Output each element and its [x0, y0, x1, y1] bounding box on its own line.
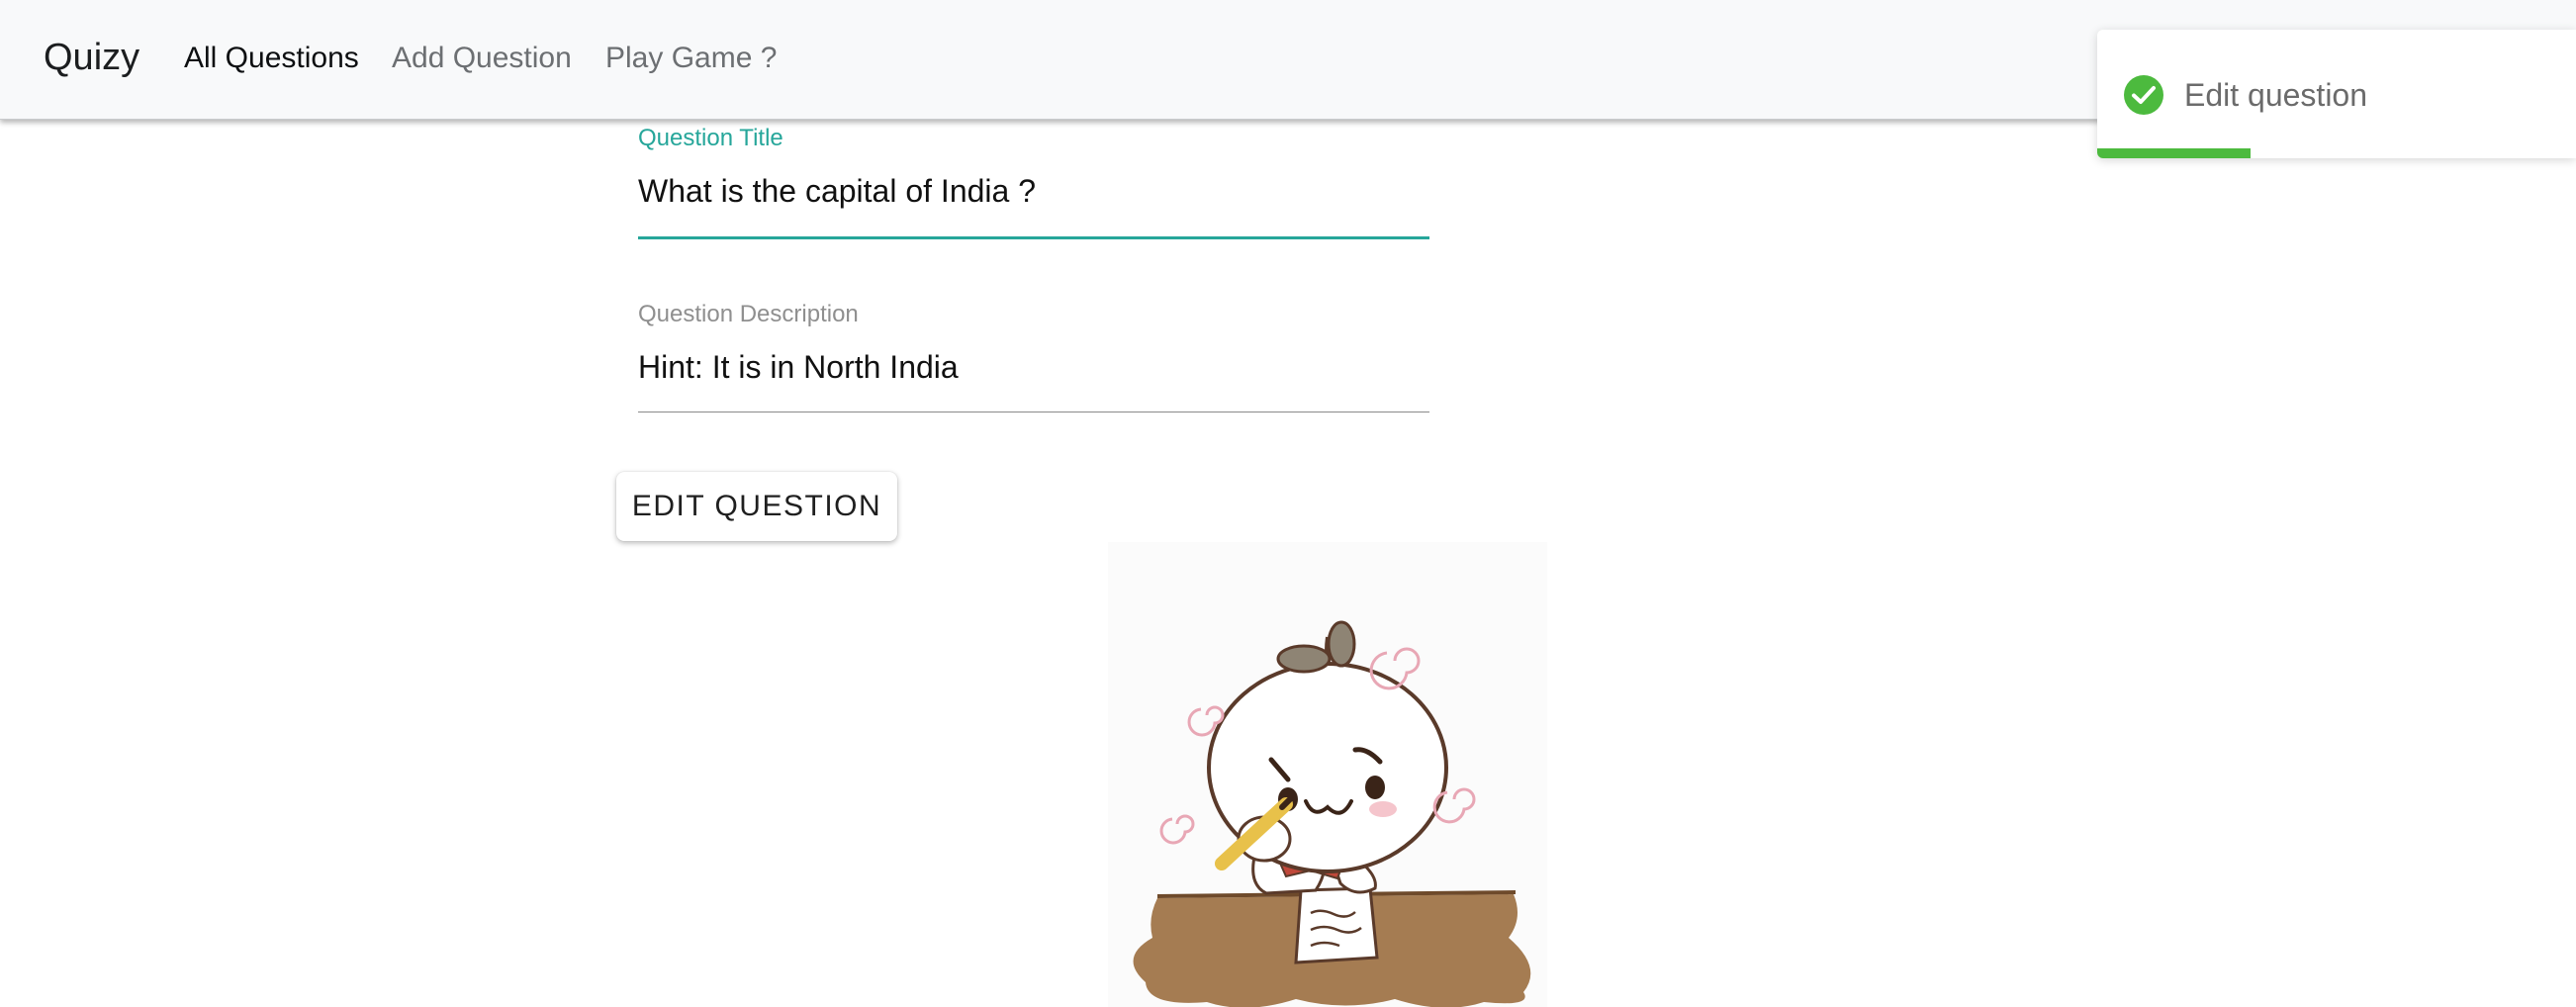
- question-description-label: Question Description: [638, 301, 859, 327]
- question-description-field[interactable]: Question Description Hint: It is in Nort…: [638, 300, 1429, 418]
- edit-question-button[interactable]: EDIT QUESTION: [616, 472, 897, 541]
- toast-progress-bar: [2097, 148, 2251, 158]
- brand-logo[interactable]: Quizy: [44, 32, 139, 83]
- nav-link-play-game[interactable]: Play Game ?: [605, 38, 777, 79]
- toast-message: Edit question: [2184, 77, 2368, 113]
- question-title-field[interactable]: Question Title What is the capital of In…: [638, 124, 1429, 242]
- check-circle-icon: [2124, 75, 2163, 115]
- question-title-input[interactable]: What is the capital of India ?: [638, 171, 1036, 211]
- question-title-label: Question Title: [638, 125, 783, 151]
- nav-link-add-question[interactable]: Add Question: [392, 38, 572, 79]
- question-title-underline: [638, 236, 1429, 239]
- question-description-input[interactable]: Hint: It is in North India: [638, 347, 959, 387]
- thinking-character-illustration: [1108, 542, 1547, 1007]
- nav-link-all-questions[interactable]: All Questions: [184, 38, 359, 79]
- success-toast[interactable]: Edit question: [2097, 30, 2576, 158]
